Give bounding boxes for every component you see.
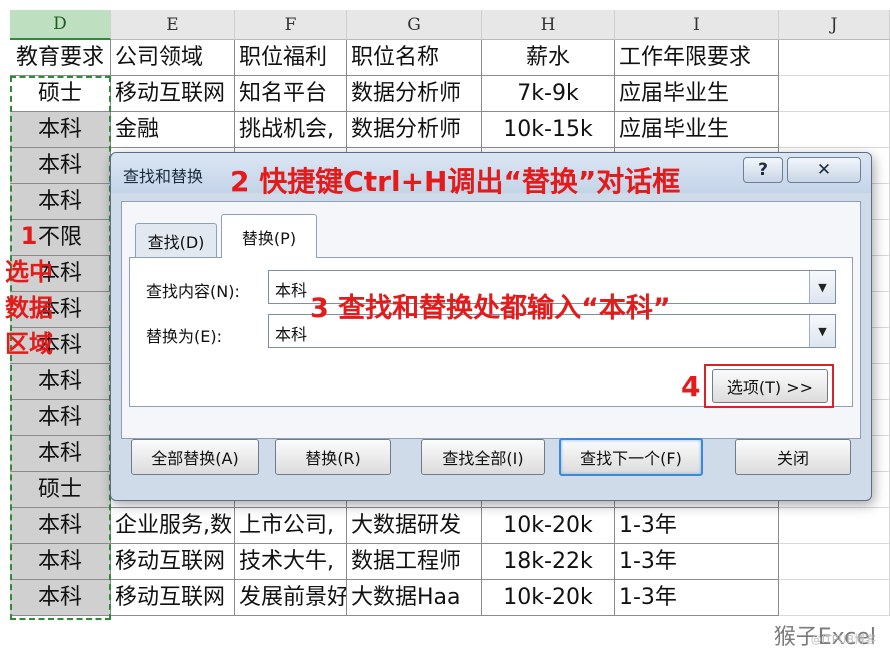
header-cell[interactable]: 工作年限要求	[615, 40, 779, 76]
header-cell[interactable]	[779, 40, 890, 76]
help-button[interactable]: ?	[743, 157, 783, 183]
find-label: 查找内容(N):	[146, 282, 240, 301]
replace-tab-body: 查找内容(N): 本科 ▼ 替换为(E): 本科 ▼ 选项(T) >>	[129, 257, 853, 408]
table-cell[interactable]: 数据工程师	[347, 544, 482, 580]
table-cell[interactable]: 数据分析师	[347, 76, 482, 112]
table-cell[interactable]: 大数据Haa	[347, 580, 482, 616]
find-next-button[interactable]: 查找下一个(F)	[559, 438, 703, 476]
column-header-i[interactable]: I	[615, 10, 779, 40]
tab-find[interactable]: 查找(D)	[135, 223, 217, 257]
header-cell[interactable]: 薪水	[482, 40, 615, 76]
table-cell[interactable]: 硕士	[10, 472, 111, 508]
dialog-title: 查找和替换	[123, 167, 204, 186]
watermark-sub: @ITPUB博客	[810, 633, 876, 646]
annotation-step-4: 4	[681, 370, 701, 403]
close-button[interactable]: 关闭	[735, 439, 851, 475]
table-cell[interactable]: 10k-20k	[482, 580, 615, 616]
table-cell[interactable]	[779, 580, 890, 616]
table-cell[interactable]: 1-3年	[615, 544, 779, 580]
table-cell[interactable]	[779, 508, 890, 544]
table-cell[interactable]: 1-3年	[615, 508, 779, 544]
close-icon[interactable]: ✕	[787, 157, 861, 183]
table-cell[interactable]: 移动互联网	[111, 580, 235, 616]
table-cell[interactable]: 本科	[10, 400, 111, 436]
table-cell[interactable]: 本科	[10, 580, 111, 616]
find-all-button[interactable]: 查找全部(I)	[421, 439, 545, 475]
table-cell[interactable]: 应届毕业生	[615, 112, 779, 148]
table-cell[interactable]: 发展前景好	[235, 580, 347, 616]
table-cell[interactable]: 硕士	[10, 76, 111, 112]
table-cell[interactable]: 挑战机会,	[235, 112, 347, 148]
column-header-f[interactable]: F	[235, 10, 347, 40]
column-header-e[interactable]: E	[111, 10, 235, 40]
table-cell[interactable]: 10k-15k	[482, 112, 615, 148]
column-header-h[interactable]: H	[482, 10, 615, 40]
tab-replace[interactable]: 替换(P)	[221, 214, 317, 258]
table-cell[interactable]: 移动互联网	[111, 76, 235, 112]
header-cell[interactable]: 职位福利	[235, 40, 347, 76]
table-cell[interactable]: 18k-22k	[482, 544, 615, 580]
table-cell[interactable]: 1-3年	[615, 580, 779, 616]
column-header-g[interactable]: G	[347, 10, 482, 40]
find-replace-dialog: 查找和替换 ? ✕ 查找(D) 替换(P) 查找内容(N): 本科 ▼ 替换为(…	[110, 152, 872, 501]
table-cell[interactable]: 企业服务,数	[111, 508, 235, 544]
table-cell[interactable]: 知名平台	[235, 76, 347, 112]
table-cell[interactable]	[779, 544, 890, 580]
annotation-step-1: 1 选中 数据 区域	[5, 222, 53, 358]
find-input-value: 本科	[275, 281, 308, 300]
column-header-j[interactable]: J	[779, 10, 890, 40]
table-cell[interactable]: 技术大牛,	[235, 544, 347, 580]
table-cell[interactable]: 数据分析师	[347, 112, 482, 148]
table-cell[interactable]: 本科	[10, 436, 111, 472]
table-cell[interactable]: 大数据研发	[347, 508, 482, 544]
replace-input-value: 本科	[275, 325, 308, 344]
options-button[interactable]: 选项(T) >>	[712, 369, 828, 403]
annotation-step-3: 3 查找和替换处都输入“本科”	[310, 293, 671, 324]
table-cell[interactable]: 本科	[10, 184, 111, 220]
find-dropdown-arrow-icon[interactable]: ▼	[809, 271, 835, 303]
replace-all-button[interactable]: 全部替换(A)	[131, 439, 259, 475]
table-cell[interactable]: 应届毕业生	[615, 76, 779, 112]
table-cell[interactable]: 本科	[10, 148, 111, 184]
table-cell[interactable]: 本科	[10, 364, 111, 400]
table-cell[interactable]	[779, 76, 890, 112]
table-cell[interactable]: 10k-20k	[482, 508, 615, 544]
annotation-step-2: 2 快捷键Ctrl+H调出“替换”对话框	[230, 165, 681, 198]
table-cell[interactable]: 移动互联网	[111, 544, 235, 580]
replace-button[interactable]: 替换(R)	[275, 439, 391, 475]
header-cell[interactable]: 职位名称	[347, 40, 482, 76]
column-header-d[interactable]: D	[10, 10, 111, 40]
header-cell[interactable]: 教育要求	[10, 40, 111, 76]
table-cell[interactable]: 本科	[10, 544, 111, 580]
replace-dropdown-arrow-icon[interactable]: ▼	[809, 315, 835, 347]
table-cell[interactable]	[779, 112, 890, 148]
table-cell[interactable]: 上市公司,	[235, 508, 347, 544]
replace-label: 替换为(E):	[146, 327, 222, 346]
table-cell[interactable]: 本科	[10, 508, 111, 544]
table-cell[interactable]: 金融	[111, 112, 235, 148]
table-cell[interactable]: 7k-9k	[482, 76, 615, 112]
table-cell[interactable]: 本科	[10, 112, 111, 148]
header-cell[interactable]: 公司领域	[111, 40, 235, 76]
